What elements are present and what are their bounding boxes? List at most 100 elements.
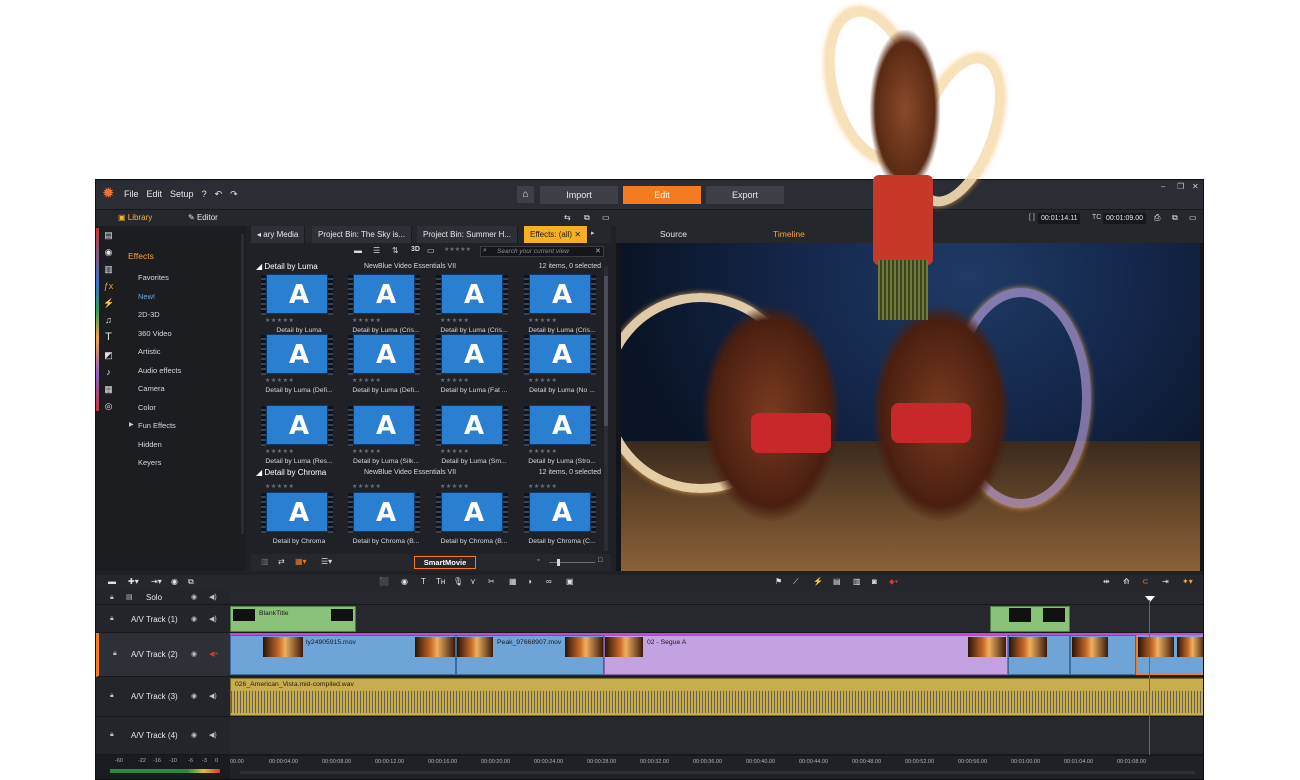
- duration-timecode[interactable]: 00:01:14.11: [1038, 213, 1081, 224]
- tab-close-icon[interactable]: ✕: [574, 230, 581, 239]
- eye-icon[interactable]: ◉: [191, 692, 197, 700]
- effect-thumb[interactable]: A ★★★★★ Detail by Luma (Fat ...: [431, 334, 517, 400]
- layout-icon[interactable]: ▭: [602, 213, 610, 222]
- tab-export[interactable]: Export: [706, 186, 784, 204]
- list-view-icon[interactable]: ☰: [373, 246, 380, 255]
- rating-stars[interactable]: ★★★★★: [440, 448, 469, 455]
- track-header-3[interactable]: 🔒︎ A/V Track (3) ◉ ◀︎): [96, 677, 230, 717]
- effect-thumb[interactable]: A ★★★★★ Detail by Luma (Silk...: [343, 405, 429, 471]
- video-clip[interactable]: [1070, 635, 1136, 675]
- tab-edit[interactable]: Edit: [623, 186, 701, 204]
- title-clip-2[interactable]: [990, 606, 1070, 632]
- tab-scroll-right-icon[interactable]: ▸: [591, 229, 595, 237]
- track-header-1[interactable]: 🔒︎ A/V Track (1) ◉ ◀︎): [96, 605, 230, 633]
- trash-icon[interactable]: ▤: [833, 577, 841, 586]
- close-icon[interactable]: ✕: [1192, 182, 1199, 191]
- speaker-icon[interactable]: ◀︎): [209, 731, 217, 739]
- preview-layout-icon[interactable]: ▭: [1189, 213, 1197, 222]
- category-hidden[interactable]: Hidden: [138, 440, 162, 449]
- category-audio-effects[interactable]: Audio effects: [138, 366, 181, 375]
- rating-stars[interactable]: ★★★★★: [352, 377, 381, 384]
- category-keyers[interactable]: Keyers: [138, 458, 161, 467]
- effect-thumb[interactable]: A ★★★★★ Detail by Luma (Stro...: [519, 405, 605, 471]
- details-view-icon[interactable]: ☰▾: [321, 557, 332, 566]
- category-new[interactable]: New!: [138, 292, 155, 301]
- marker-menu-icon[interactable]: ⬥▾: [889, 577, 899, 587]
- effect-thumb[interactable]: A ★★★★★ Detail by Luma (Sm...: [431, 405, 517, 471]
- category-favorites[interactable]: Favorites: [138, 273, 169, 282]
- snapshot-tool-icon[interactable]: ◙: [872, 577, 877, 586]
- mask-tool-icon[interactable]: ▣: [566, 577, 574, 586]
- delete-icon[interactable]: ▥: [261, 557, 269, 566]
- timeline-scrollbar[interactable]: [240, 771, 1195, 774]
- tag-icon[interactable]: ▭: [427, 246, 435, 255]
- video-clip-selected[interactable]: [1136, 635, 1203, 675]
- transition-icon[interactable]: ⚡: [103, 298, 114, 309]
- razor-icon[interactable]: ◉: [401, 577, 408, 586]
- storyboard-icon[interactable]: ⧉: [188, 577, 194, 587]
- track-header-4[interactable]: 🔒︎ A/V Track (4) ◉ ◀︎): [96, 717, 230, 755]
- title-clip[interactable]: BlankTitle: [230, 606, 356, 632]
- title-icon[interactable]: T: [103, 332, 114, 343]
- smartmovie-button[interactable]: SmartMovie: [414, 556, 476, 569]
- track-name[interactable]: A/V Track (1): [131, 615, 178, 624]
- effect-thumb[interactable]: A ★★★★★ Detail by Luma (Cris...: [519, 274, 605, 340]
- category-camera[interactable]: Camera: [138, 384, 165, 393]
- rating-stars[interactable]: ★★★★★: [265, 317, 294, 324]
- minimize-icon[interactable]: –: [1161, 182, 1165, 191]
- clip-effect-icon[interactable]: ⚡: [813, 577, 823, 586]
- help-icon[interactable]: ?: [202, 189, 207, 200]
- overlay-icon[interactable]: ◩: [103, 350, 114, 361]
- title-tool-icon[interactable]: T: [421, 577, 426, 586]
- effect-thumb[interactable]: A ★★★★★ Detail by Luma (Cris...: [431, 274, 517, 340]
- tab-timeline-preview[interactable]: Timeline: [773, 229, 805, 239]
- add-track-icon[interactable]: ✚▾: [128, 577, 139, 586]
- eye-icon[interactable]: ◉: [191, 615, 197, 623]
- audio-clip[interactable]: 026_American_Vista.mid-compiled.wav: [230, 678, 1203, 716]
- effect-thumb[interactable]: A ★★★★★ Detail by Luma (Defi...: [256, 334, 342, 400]
- marker-icon[interactable]: ⬛: [379, 577, 389, 586]
- speaker-icon[interactable]: ◀︎): [209, 593, 217, 601]
- home-button[interactable]: ⌂: [517, 186, 534, 203]
- popout-icon[interactable]: ⧉: [584, 213, 590, 223]
- effect-thumb[interactable]: A ★★★★★ Detail by Luma (Defi...: [343, 334, 429, 400]
- marker-flag-icon[interactable]: ⚑: [775, 577, 782, 586]
- lock-icon[interactable]: 🔒︎: [110, 615, 114, 623]
- category-artistic[interactable]: Artistic: [138, 347, 161, 356]
- speaker-muted-icon[interactable]: ◀︎×: [209, 650, 218, 658]
- tab-editor[interactable]: ✎ Editor: [188, 213, 218, 222]
- category-scrollbar[interactable]: [241, 234, 244, 534]
- eye-icon[interactable]: ◉: [191, 731, 197, 739]
- rating-stars[interactable]: ★★★★★: [265, 448, 294, 455]
- tab-effects-all[interactable]: Effects: (all) ✕: [524, 226, 589, 243]
- color-tool-icon[interactable]: ◑: [527, 577, 532, 586]
- redo-icon[interactable]: ↷: [230, 189, 238, 200]
- playhead-line[interactable]: [1149, 600, 1150, 766]
- tab-project-bin-summer[interactable]: Project Bin: Summer H...: [417, 226, 519, 243]
- effect-thumb[interactable]: A ★★★★★ Detail by Luma (Cris...: [343, 274, 429, 340]
- menu-setup[interactable]: Setup: [170, 189, 194, 200]
- eye-icon[interactable]: ◉: [191, 650, 197, 658]
- effect-thumb[interactable]: A ★★★★★ Detail by Luma (No ...: [519, 334, 605, 400]
- link-icon[interactable]: ⇄: [278, 557, 285, 566]
- collection-icon[interactable]: ▤: [103, 230, 114, 241]
- rating-stars[interactable]: ★★★★★: [265, 483, 294, 490]
- rating-stars[interactable]: ★★★★★: [265, 377, 294, 384]
- dynamic-length-icon[interactable]: ✦▾: [1182, 577, 1193, 586]
- split-icon[interactable]: ⟋: [793, 577, 799, 587]
- preview-popout-icon[interactable]: ⧉: [1172, 213, 1178, 223]
- rating-stars[interactable]: ★★★★★: [528, 377, 557, 384]
- thumbnail-size-slider[interactable]: [549, 559, 595, 566]
- rating-stars[interactable]: ★★★★★: [352, 483, 381, 490]
- rating-filter-stars[interactable]: ★★★★★: [444, 246, 471, 253]
- speaker-icon[interactable]: ◀︎): [209, 692, 217, 700]
- timeline-toggle-icon[interactable]: ▤: [126, 593, 133, 601]
- film-icon[interactable]: ▥: [853, 577, 861, 586]
- undo-icon[interactable]: ↶: [215, 189, 223, 200]
- tab-library-media[interactable]: ◂ ary Media: [251, 226, 306, 243]
- lock-icon[interactable]: 🔒︎: [110, 731, 114, 739]
- effect-thumb[interactable]: A ★★★★★ Detail by Luma (Res...: [256, 405, 342, 471]
- effect-thumb[interactable]: ★★★★★ A Detail by Chroma (B...: [343, 484, 429, 554]
- montage-icon[interactable]: ▦: [103, 384, 114, 395]
- group-header-detail-by-luma[interactable]: ◢ Detail by Luma NewBlue Video Essential…: [256, 262, 601, 273]
